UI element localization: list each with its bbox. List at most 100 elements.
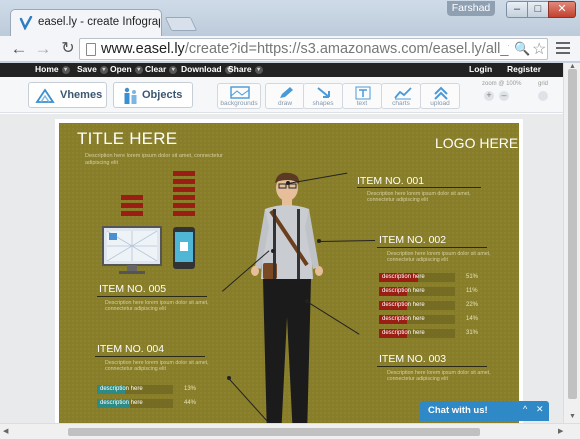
item-003-desc[interactable]: Description here lorem ipsum dolor sit a… — [387, 370, 502, 383]
login-link[interactable]: Login — [469, 64, 492, 74]
bar-percent: 11% — [466, 288, 478, 294]
item-005-rule — [97, 296, 207, 297]
bar-percent: 44% — [184, 400, 197, 406]
chat-widget[interactable]: Chat with us! ^ ✕ — [420, 401, 549, 421]
bar-row[interactable]: description here 13% — [97, 385, 196, 394]
item-001-desc[interactable]: Description here lorem ipsum dolor sit a… — [367, 191, 482, 204]
user-badge[interactable]: Farshad — [447, 1, 495, 16]
zoom-out-button[interactable]: – — [499, 91, 509, 101]
title-description[interactable]: Description here lorem ipsum dolor sit a… — [85, 153, 225, 166]
bar-row[interactable]: description here 14% — [379, 315, 478, 324]
scroll-right-icon[interactable]: ▶ — [558, 427, 563, 435]
tool-label: upload — [430, 100, 450, 107]
bar-label: description here — [382, 302, 425, 308]
browser-tab[interactable]: easel.ly - create Infographics — [10, 9, 162, 36]
bar-label: description here — [382, 316, 425, 322]
new-tab-button[interactable] — [164, 17, 198, 31]
item-002-rule — [377, 247, 487, 248]
chevron-down-icon: ▾ — [61, 66, 70, 74]
infographic-canvas[interactable]: TITLE HERE Description here lorem ipsum … — [59, 123, 519, 423]
maximize-button[interactable]: □ — [527, 1, 549, 18]
chevron-down-icon: ▾ — [99, 66, 108, 74]
objects-button[interactable]: Objects — [113, 82, 193, 108]
item-002-title[interactable]: ITEM NO. 002 — [379, 234, 446, 246]
forward-arrow-icon[interactable]: → — [32, 38, 54, 60]
scroll-left-icon[interactable]: ◀ — [3, 427, 8, 435]
vertical-scrollbar[interactable]: ▲ ▼ — [563, 63, 580, 423]
bar-percent: 14% — [466, 316, 479, 322]
bar-row[interactable]: description here 44% — [97, 399, 196, 408]
reload-icon[interactable]: ↻ — [57, 38, 79, 60]
zoom-icon[interactable]: 🔍 — [514, 41, 530, 57]
tool-backgrounds[interactable]: backgrounds — [217, 83, 261, 109]
scroll-down-icon[interactable]: ▼ — [569, 413, 576, 420]
bar-percent: 31% — [466, 330, 479, 336]
item-004-rule — [95, 356, 205, 357]
menu-home[interactable]: Home ▾ — [35, 64, 70, 74]
bar-row[interactable]: description here 31% — [379, 329, 478, 338]
item-005-desc[interactable]: Description here lorem ipsum dolor sit a… — [105, 300, 220, 313]
themes-label: Vhemes — [60, 89, 103, 101]
tool-label: draw — [277, 100, 293, 107]
register-link[interactable]: Register — [507, 64, 541, 74]
menu-clear-label: Clear — [145, 64, 167, 74]
vertical-scroll-thumb[interactable] — [568, 69, 577, 399]
menu-open[interactable]: Open ▾ — [110, 64, 143, 74]
leader-dot — [271, 249, 275, 253]
tool-shapes[interactable]: shapes — [303, 83, 343, 109]
zoom-label: zoom @ 100% — [482, 81, 522, 87]
item-001-title[interactable]: ITEM NO. 001 — [357, 175, 424, 187]
chat-label: Chat with us! — [428, 405, 488, 416]
logo-placeholder[interactable]: LOGO HERE — [435, 135, 518, 151]
address-bar[interactable]: www.easel.ly/create?id=https://s3.amazon… — [79, 38, 548, 60]
tool-charts[interactable]: charts — [381, 83, 421, 109]
item-005-title[interactable]: ITEM NO. 005 — [99, 283, 166, 295]
arrow-shape-icon — [317, 87, 330, 98]
item-003-rule — [377, 366, 487, 367]
app-toolbar: Vhemes Objects backgrounds draw shapes t… — [0, 77, 563, 113]
bar-label: description here — [100, 400, 143, 406]
bar-row[interactable]: description here 22% — [379, 301, 478, 310]
item-003-title[interactable]: ITEM NO. 003 — [379, 353, 446, 365]
infographic-title[interactable]: TITLE HERE — [77, 129, 177, 149]
menu-clear[interactable]: Clear ▾ — [145, 64, 178, 74]
zoom-in-button[interactable]: + — [484, 91, 494, 101]
item-004-desc[interactable]: Description here lorem ipsum dolor sit a… — [105, 360, 220, 373]
url-text[interactable]: www.easel.ly/create?id=https://s3.amazon… — [101, 41, 509, 57]
grid-toggle[interactable] — [538, 91, 548, 101]
chevron-down-icon: ▾ — [169, 66, 178, 74]
menu-save-label: Save — [77, 64, 97, 74]
tool-label: backgrounds — [220, 100, 258, 107]
devices-illustration[interactable] — [101, 225, 201, 277]
bar-row[interactable]: description here 51% — [379, 273, 478, 282]
tool-label: shapes — [312, 100, 334, 107]
canvas-stage: TITLE HERE Description here lorem ipsum … — [0, 114, 563, 423]
menu-icon[interactable] — [556, 42, 570, 55]
tool-draw[interactable]: draw — [265, 83, 305, 109]
chevron-down-icon: ▾ — [254, 66, 263, 74]
backgrounds-icon — [230, 86, 250, 99]
menu-save[interactable]: Save ▾ — [77, 64, 108, 74]
chat-expand-icon[interactable]: ^ — [523, 404, 527, 414]
themes-button[interactable]: Vhemes — [28, 82, 107, 108]
horizontal-scroll-thumb[interactable] — [68, 428, 480, 436]
tool-text[interactable]: text — [342, 83, 382, 109]
easelly-logo-icon — [19, 16, 33, 30]
chart-icon — [394, 87, 412, 100]
close-window-button[interactable]: ✕ — [548, 1, 576, 18]
item-002-desc[interactable]: Description here lorem ipsum dolor sit a… — [387, 251, 502, 264]
chat-close-icon[interactable]: ✕ — [536, 404, 544, 415]
tool-upload[interactable]: upload — [420, 83, 460, 109]
grid-label: grid — [538, 81, 549, 87]
item-004-title[interactable]: ITEM NO. 004 — [97, 343, 164, 355]
bar-label: description here — [382, 288, 425, 294]
minimize-button[interactable]: – — [506, 1, 528, 18]
star-icon[interactable]: ☆ — [532, 39, 546, 59]
tool-label: charts — [392, 100, 410, 107]
menu-download[interactable]: Download ▾ — [181, 64, 233, 74]
person-illustration[interactable] — [249, 167, 325, 423]
menu-share[interactable]: Share ▾ — [228, 64, 263, 74]
bar-row[interactable]: description here 11% — [379, 287, 478, 296]
back-arrow-icon[interactable]: ← — [8, 38, 30, 60]
horizontal-scrollbar[interactable]: ◀ ▶ — [0, 423, 580, 439]
